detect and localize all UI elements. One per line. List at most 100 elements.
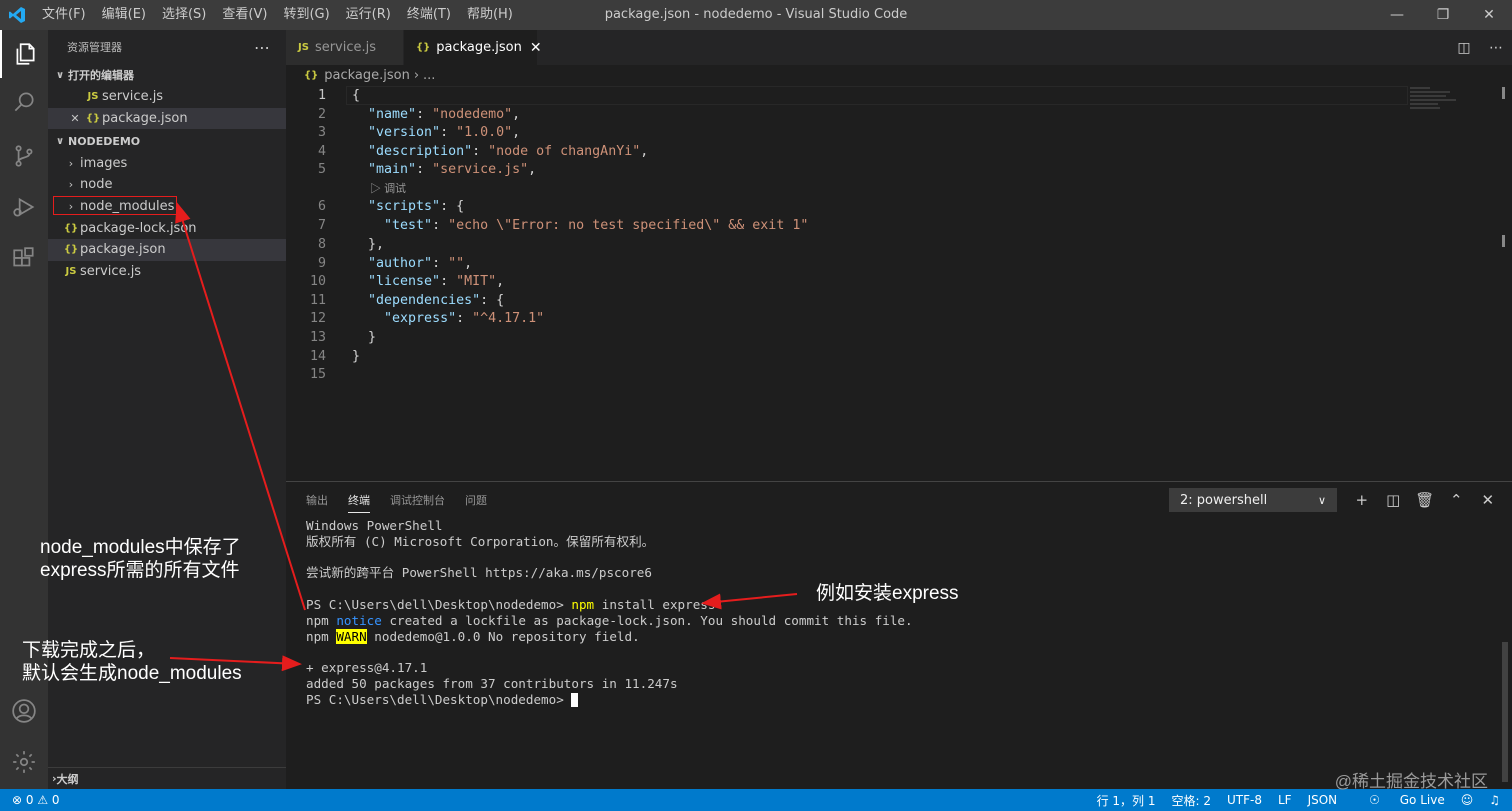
- line-number: 11: [309, 292, 326, 308]
- project-section[interactable]: ∨ NODEDEMO: [48, 130, 286, 152]
- menu-edit[interactable]: 编辑(E): [94, 0, 154, 30]
- breadcrumb-file[interactable]: package.json: [324, 68, 410, 83]
- terminal-select[interactable]: 2: powershell ∨: [1169, 488, 1337, 512]
- extensions-icon[interactable]: [0, 235, 48, 283]
- code-line: "name": "nodedemo",: [368, 106, 521, 122]
- terminal-line: + express@4.17.1: [306, 660, 428, 676]
- open-editor-item[interactable]: JS service.js: [48, 86, 286, 108]
- language-mode[interactable]: JSON: [1308, 793, 1338, 807]
- tree-item-package-lock[interactable]: {} package-lock.json: [48, 217, 286, 239]
- terminal-line: 尝试新的跨平台 PowerShell https://aka.ms/pscore…: [306, 565, 652, 581]
- debug-codelens[interactable]: ▷ 调试: [370, 180, 406, 196]
- run-debug-icon[interactable]: [0, 183, 48, 231]
- vscode-logo-icon: [0, 0, 34, 30]
- tree-item-package-json[interactable]: {} package.json: [48, 239, 286, 261]
- code-editor[interactable]: 1 { 2 "name": "nodedemo", 3 "version": "1…: [286, 85, 1512, 481]
- restore-icon[interactable]: ❐: [1420, 0, 1466, 30]
- menu-go[interactable]: 转到(G): [275, 0, 337, 30]
- line-number: 13: [309, 330, 326, 345]
- menu-terminal[interactable]: 终端(T): [399, 0, 459, 30]
- close-tab-icon[interactable]: ✕: [530, 40, 542, 56]
- line-number: 8: [317, 237, 326, 252]
- code-line: "scripts": {: [368, 199, 465, 214]
- chevron-right-icon: ›: [68, 156, 74, 170]
- terminal-scrollbar[interactable]: [1502, 642, 1508, 782]
- explorer-icon[interactable]: [0, 30, 48, 78]
- problems-indicator[interactable]: ⊗ 0 ⚠ 0: [0, 793, 60, 807]
- code-line: "version": "1.0.0",: [368, 125, 521, 141]
- open-editor-label: service.js: [102, 89, 164, 105]
- breadcrumb-rest[interactable]: ...: [423, 68, 435, 83]
- tab-output[interactable]: 输出: [306, 492, 328, 513]
- json-file-icon: {}: [63, 244, 79, 256]
- new-terminal-icon[interactable]: +: [1346, 488, 1378, 512]
- manage-gear-icon[interactable]: [0, 738, 48, 786]
- maximize-panel-icon[interactable]: ⌃: [1441, 488, 1473, 512]
- encoding[interactable]: UTF-8: [1227, 793, 1262, 807]
- more-actions-icon[interactable]: ⋯: [1480, 40, 1512, 56]
- trash-icon[interactable]: 🗑: [1409, 488, 1441, 512]
- annotation-install-express: 例如安装express: [816, 583, 959, 604]
- feedback-icon[interactable]: ☺: [1461, 793, 1474, 807]
- search-icon[interactable]: [0, 78, 48, 126]
- eol[interactable]: LF: [1278, 793, 1292, 807]
- tab-label: service.js: [314, 40, 377, 55]
- code-line: "express": "^4.17.1": [384, 311, 545, 326]
- code-line: "dependencies": {: [368, 292, 505, 308]
- outline-section[interactable]: › 大纲: [48, 767, 286, 789]
- terminal-line: added 50 packages from 37 contributors i…: [306, 675, 678, 691]
- chevron-right-icon: ›: [68, 178, 74, 192]
- tab-terminal[interactable]: 终端: [348, 492, 370, 513]
- open-editor-item[interactable]: ✕ {} package.json: [48, 107, 286, 130]
- account-icon[interactable]: [0, 687, 48, 735]
- breadcrumb: {} package.json › ...: [286, 65, 1512, 85]
- minimize-icon[interactable]: —: [1374, 0, 1420, 30]
- line-number: 2: [317, 106, 326, 122]
- more-actions-icon[interactable]: ⋯: [254, 38, 270, 57]
- menu-view[interactable]: 查看(V): [214, 0, 275, 30]
- close-panel-icon[interactable]: ✕: [1472, 488, 1504, 512]
- terminal-output[interactable]: Windows PowerShell 版权所有 (C) Microsoft Co…: [306, 518, 913, 708]
- open-editors-section[interactable]: ∨ 打开的编辑器: [48, 64, 286, 86]
- minimap[interactable]: [1410, 85, 1500, 115]
- annotation-node-modules: node_modules中保存了 express所需的所有文件: [40, 537, 241, 581]
- close-icon[interactable]: ✕: [66, 112, 84, 125]
- annotation-download-complete: 下载完成之后， 默认会生成node_modules: [22, 640, 242, 684]
- indentation[interactable]: 空格: 2: [1172, 792, 1212, 809]
- chevron-down-icon: ∨: [55, 135, 65, 147]
- open-editors-title: 打开的编辑器: [68, 69, 134, 82]
- title-bar: 文件(F) 编辑(E) 选择(S) 查看(V) 转到(G) 运行(R) 终端(T…: [0, 0, 1512, 30]
- source-control-icon[interactable]: [0, 132, 48, 180]
- tree-item-node[interactable]: › node: [48, 174, 286, 196]
- cursor-position[interactable]: 行 1，列 1: [1097, 792, 1156, 809]
- tree-item-label: service.js: [80, 264, 142, 280]
- split-terminal-icon[interactable]: ◫: [1378, 488, 1410, 512]
- code-line: }: [352, 348, 361, 364]
- menu-file[interactable]: 文件(F): [34, 0, 94, 30]
- code-line: "description": "node of changAnYi",: [368, 143, 649, 159]
- json-file-icon: {}: [85, 113, 101, 125]
- menu-help[interactable]: 帮助(H): [459, 0, 521, 30]
- tab-package-json[interactable]: {} package.json ✕: [404, 30, 542, 65]
- terminal-line: 版权所有 (C) Microsoft Corporation。保留所有权利。: [306, 533, 655, 549]
- tab-service-js[interactable]: JS service.js: [286, 30, 404, 65]
- tree-item-images[interactable]: › images: [48, 152, 286, 174]
- editor-scrollbar[interactable]: [1498, 85, 1512, 481]
- notifications-bell-icon[interactable]: ♫: [1489, 793, 1500, 807]
- menu-selection[interactable]: 选择(S): [154, 0, 214, 30]
- tab-debug-console[interactable]: 调试控制台: [390, 492, 445, 513]
- menu-run[interactable]: 运行(R): [338, 0, 399, 30]
- tree-item-service-js[interactable]: JS service.js: [48, 261, 286, 283]
- split-editor-icon[interactable]: ◫: [1448, 40, 1480, 56]
- line-number: 12: [309, 311, 326, 326]
- editor-tabs: JS service.js {} package.json ✕ ◫ ⋯: [286, 30, 1512, 65]
- go-live-button[interactable]: ☉ Go Live: [1353, 793, 1445, 807]
- js-file-icon: JS: [298, 42, 309, 53]
- broadcast-icon: ☉: [1369, 793, 1380, 807]
- open-editor-label: package.json: [102, 111, 188, 127]
- close-icon[interactable]: ✕: [1466, 0, 1512, 30]
- terminal-cursor: [571, 693, 579, 708]
- tab-problems[interactable]: 问题: [465, 492, 487, 513]
- explorer-title: 资源管理器: [67, 41, 122, 54]
